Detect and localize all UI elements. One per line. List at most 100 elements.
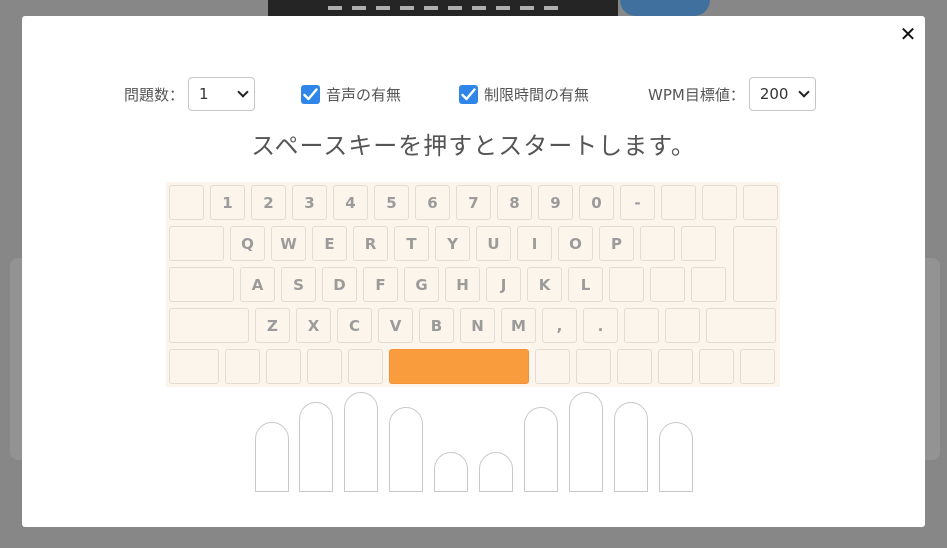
- finger-right-thumb: [479, 452, 513, 492]
- key-blank: [307, 349, 342, 384]
- key-O: O: [558, 226, 593, 261]
- key-blank: [699, 349, 734, 384]
- key-blank: [169, 349, 219, 384]
- wpm-target-label: WPM目標値：: [648, 85, 745, 104]
- key-blank: [266, 349, 301, 384]
- key-blank: [624, 308, 659, 343]
- key-G: G: [404, 267, 439, 302]
- voice-toggle[interactable]: 音声の有無: [301, 77, 405, 111]
- key-blank: [743, 185, 778, 220]
- keyboard: 1234567890- QWERTYUIOP ASDFGHJKL ZXCVBNM,.: [166, 182, 780, 387]
- settings-controls: 問題数： 1 音声の有無 制限時間の有無 WPM目標値： 200: [22, 77, 925, 111]
- key-blank: [169, 226, 224, 261]
- key-F: F: [363, 267, 398, 302]
- key-blank: [617, 349, 652, 384]
- key-X: X: [296, 308, 331, 343]
- close-icon[interactable]: ✕: [899, 24, 917, 44]
- key-9: 9: [538, 185, 573, 220]
- key-I: I: [517, 226, 552, 261]
- key-Z: Z: [255, 308, 290, 343]
- key-blank: [609, 267, 644, 302]
- key-blank: [658, 349, 693, 384]
- key-blank: [702, 185, 737, 220]
- key-4: 4: [333, 185, 368, 220]
- question-count-value: 1: [199, 85, 209, 103]
- key-6: 6: [415, 185, 450, 220]
- key-blank: [681, 226, 716, 261]
- time-limit-label: 制限時間の有無: [484, 85, 590, 104]
- key-8: 8: [497, 185, 532, 220]
- settings-modal: ✕ 問題数： 1 音声の有無 制限時間の有無 WPM目標値： 200 スペースキ…: [22, 16, 925, 527]
- start-instruction: スペースキーを押すとスタートします。: [251, 132, 696, 160]
- finger-right-ring: [614, 402, 648, 492]
- finger-right-pinky: [659, 422, 693, 492]
- key-N: N: [460, 308, 495, 343]
- chevron-down-icon: [237, 86, 249, 98]
- key-blank: [691, 267, 726, 302]
- key-T: T: [394, 226, 429, 261]
- checkmark-icon: [461, 87, 476, 100]
- time-limit-toggle[interactable]: 制限時間の有無: [459, 77, 593, 111]
- finger-left-index: [389, 407, 423, 492]
- key-A: A: [240, 267, 275, 302]
- key-blank: [661, 185, 696, 220]
- key-0: 0: [579, 185, 614, 220]
- key-blank: [169, 185, 204, 220]
- key-K: K: [527, 267, 562, 302]
- key-blank: [169, 267, 234, 302]
- key-blank: [348, 349, 383, 384]
- key-blank: [740, 349, 775, 384]
- key-S: S: [281, 267, 316, 302]
- key-C: C: [337, 308, 372, 343]
- key-blank: [225, 349, 260, 384]
- key-M: M: [501, 308, 536, 343]
- key-R: R: [353, 226, 388, 261]
- key-3: 3: [292, 185, 327, 220]
- key-blank: [650, 267, 685, 302]
- key-blank: [706, 308, 776, 343]
- voice-label: 音声の有無: [326, 85, 402, 104]
- question-count-control: 問題数： 1: [124, 77, 256, 111]
- key-H: H: [445, 267, 480, 302]
- wpm-target-select[interactable]: 200: [748, 77, 816, 111]
- key-7: 7: [456, 185, 491, 220]
- key-5: 5: [374, 185, 409, 220]
- key-1: 1: [210, 185, 245, 220]
- key-B: B: [419, 308, 454, 343]
- finger-right-index: [524, 407, 558, 492]
- key-L: L: [568, 267, 603, 302]
- key-blank: [576, 349, 611, 384]
- voice-checkbox[interactable]: [301, 84, 320, 104]
- chevron-down-icon: [798, 86, 810, 98]
- key-blank: [640, 226, 675, 261]
- key-V: V: [378, 308, 413, 343]
- wpm-target-control: WPM目標値： 200: [648, 77, 816, 111]
- key-P: P: [599, 226, 634, 261]
- question-count-select[interactable]: 1: [188, 77, 256, 111]
- finger-right-middle: [569, 392, 603, 492]
- finger-left-pinky: [255, 422, 289, 492]
- wpm-target-value: 200: [759, 85, 789, 103]
- finger-left-middle: [344, 392, 378, 492]
- time-limit-checkbox[interactable]: [459, 84, 478, 104]
- finger-left-ring: [299, 402, 333, 492]
- key-,: ,: [542, 308, 577, 343]
- key-2: 2: [251, 185, 286, 220]
- key-J: J: [486, 267, 521, 302]
- finger-left-thumb: [434, 452, 468, 492]
- checkmark-icon: [303, 87, 318, 100]
- key-blank: [535, 349, 570, 384]
- key-Q: Q: [230, 226, 265, 261]
- key-enter: [733, 226, 777, 302]
- key-W: W: [271, 226, 306, 261]
- key-space: [389, 349, 529, 384]
- question-count-label: 問題数：: [124, 85, 185, 104]
- key-blank: [665, 308, 700, 343]
- key-blank: [169, 308, 249, 343]
- key-U: U: [476, 226, 511, 261]
- key-.: .: [583, 308, 618, 343]
- key--: -: [620, 185, 655, 220]
- key-Y: Y: [435, 226, 470, 261]
- key-D: D: [322, 267, 357, 302]
- key-E: E: [312, 226, 347, 261]
